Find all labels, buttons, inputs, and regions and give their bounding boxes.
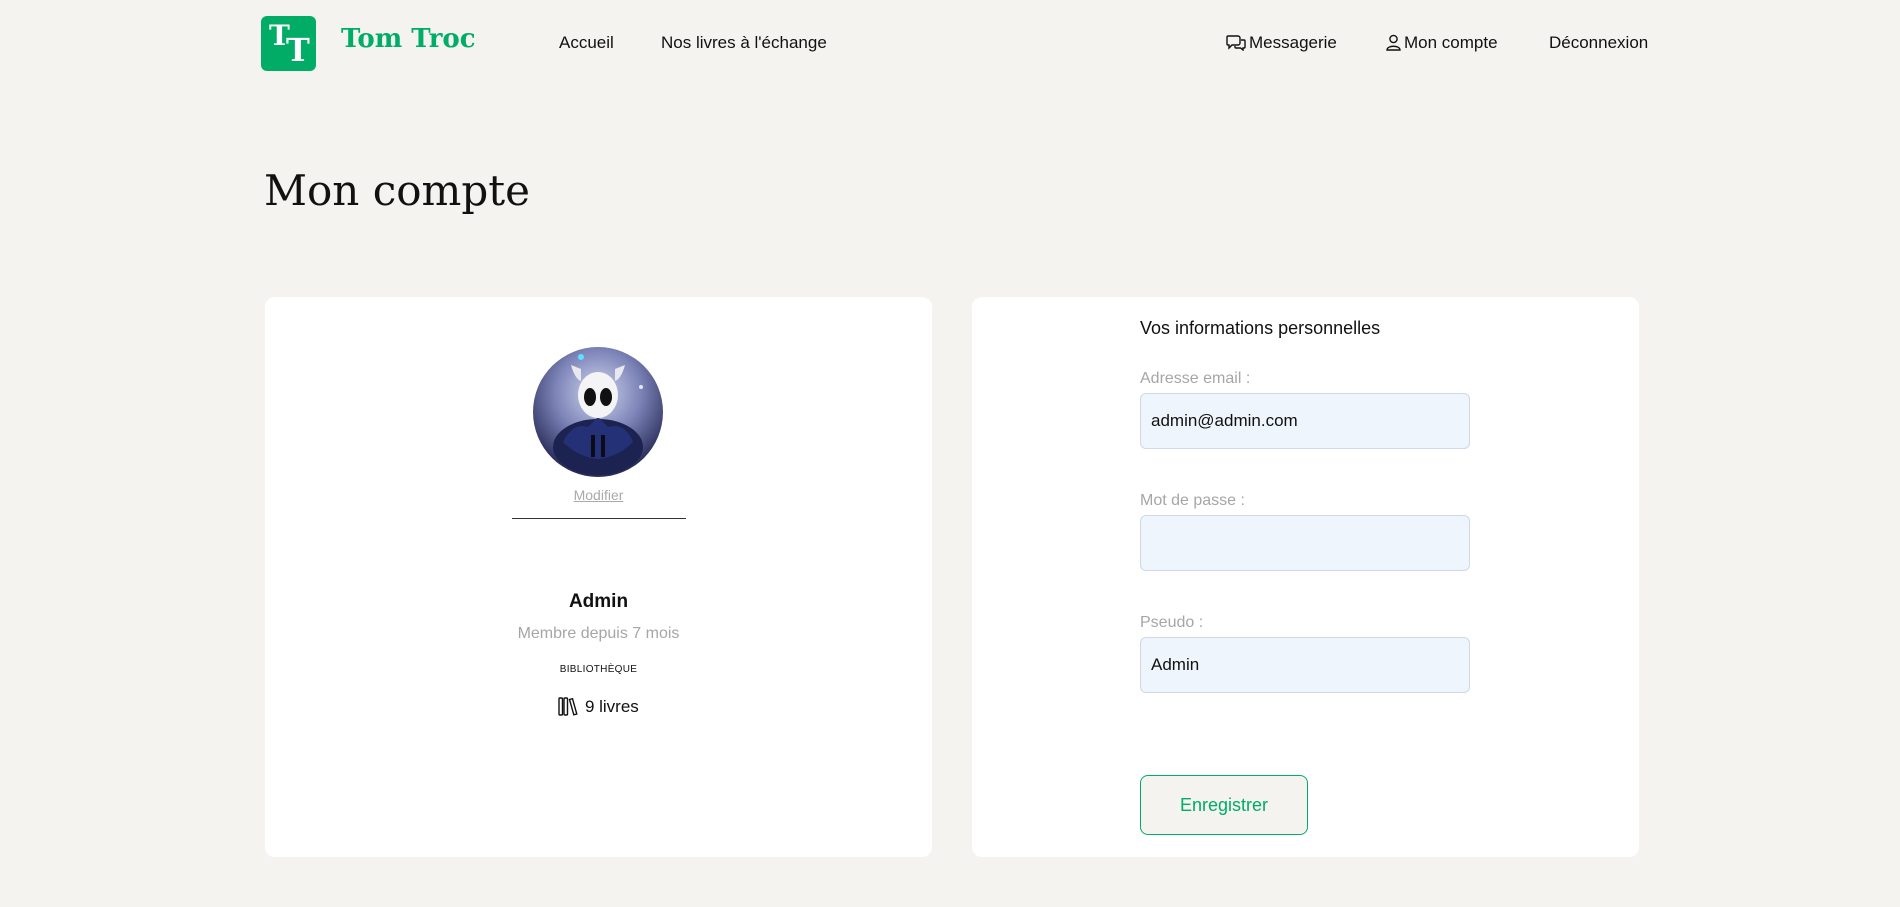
chat-bubbles-icon	[1226, 34, 1246, 56]
divider	[512, 518, 686, 519]
member-since: Membre depuis 7 mois	[517, 625, 680, 642]
nav-home[interactable]: Accueil	[559, 33, 614, 53]
books-icon	[558, 697, 585, 716]
books-count: 9 livres	[265, 697, 932, 717]
form-title: Vos informations personnelles	[1140, 318, 1381, 338]
pseudo-label: Pseudo :	[1140, 614, 1204, 631]
brand-name[interactable]: Tom Troc	[341, 24, 476, 54]
personal-info-card: Vos informations personnelles Adresse em…	[972, 297, 1639, 857]
avatar	[533, 347, 663, 477]
library-label: BIBLIOTHÈQUE	[559, 664, 638, 675]
site-header: T T Tom Troc Accueil Nos livres à l'écha…	[0, 0, 1900, 90]
nav-logout[interactable]: Déconnexion	[1549, 33, 1648, 53]
password-field[interactable]	[1140, 515, 1470, 571]
user-name: Admin	[568, 591, 629, 612]
nav-books[interactable]: Nos livres à l'échange	[661, 33, 827, 53]
nav-account-label: Mon compte	[1404, 33, 1498, 52]
email-field[interactable]	[1140, 393, 1470, 449]
page-title: Mon compte	[264, 166, 530, 215]
logo-letter: T	[286, 31, 310, 69]
nav-messages-label: Messagerie	[1249, 33, 1337, 52]
user-icon	[1386, 34, 1401, 56]
profile-card: Modifier Admin Membre depuis 7 mois BIBL…	[265, 297, 932, 857]
password-label: Mot de passe :	[1140, 492, 1245, 509]
nav-messages[interactable]: Messagerie	[1226, 33, 1337, 56]
save-button[interactable]: Enregistrer	[1140, 775, 1308, 835]
books-count-label: 9 livres	[584, 697, 639, 716]
pseudo-field[interactable]	[1140, 637, 1470, 693]
modify-avatar-link[interactable]: Modifier	[265, 487, 932, 503]
nav-account[interactable]: Mon compte	[1386, 33, 1498, 56]
email-label: Adresse email :	[1140, 370, 1251, 387]
logo[interactable]: T T	[261, 16, 316, 71]
